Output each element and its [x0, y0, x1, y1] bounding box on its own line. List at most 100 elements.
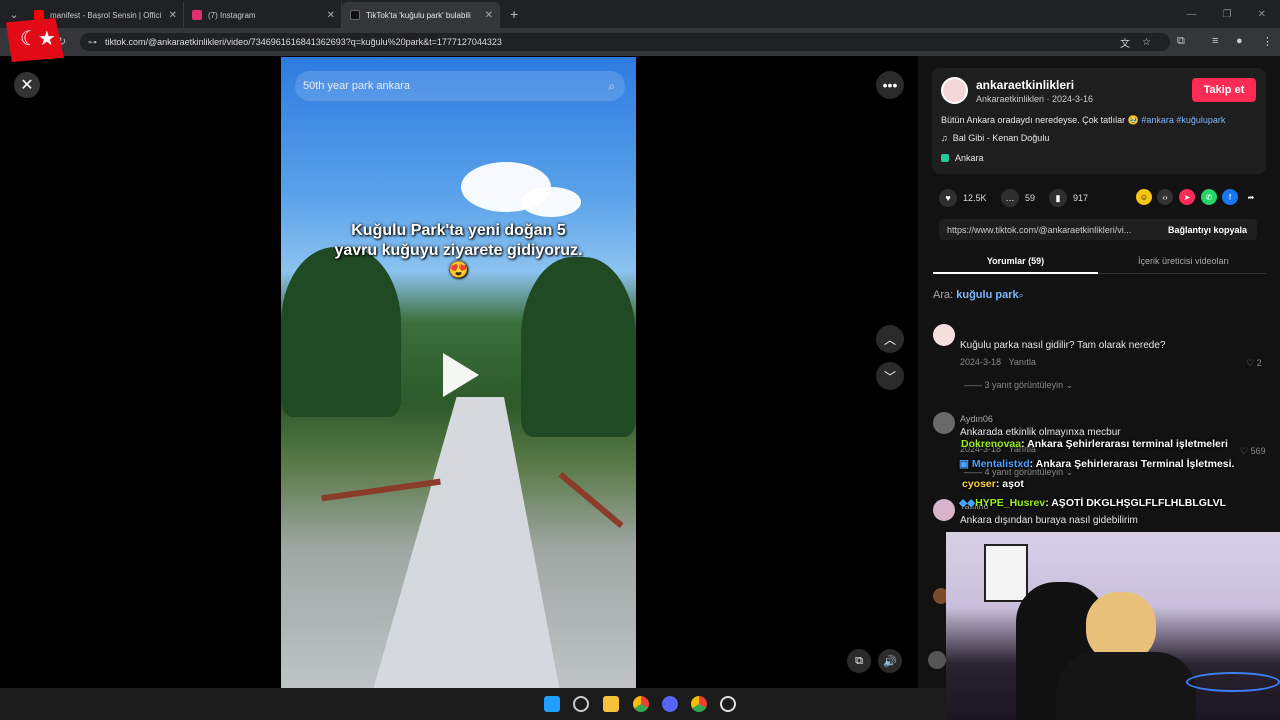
- comment-stat[interactable]: … 59: [1001, 189, 1035, 207]
- address-bar[interactable]: ⊶ tiktok.com/@ankaraetkinlikleri/video/7…: [80, 33, 1170, 51]
- file-explorer-icon[interactable]: [603, 696, 619, 712]
- chat-message: ◆◆HYPE_Husrev: AŞOTİ DKGLHŞGLFLFLHLBLGLV…: [959, 497, 1226, 509]
- translate-icon[interactable]: 文: [1120, 35, 1130, 50]
- reply-button[interactable]: Yanıtla: [1009, 357, 1036, 367]
- youtube-icon: [34, 10, 44, 20]
- save-count: 917: [1073, 193, 1089, 203]
- chat-text: : aşot: [995, 478, 1024, 490]
- comment-meta: 2024-3-18 Yanıtla: [960, 357, 1036, 367]
- whatsapp-icon[interactable]: ✆: [1201, 189, 1217, 205]
- tab-comments[interactable]: Yorumlar (59): [933, 250, 1098, 274]
- post-link-box: https://www.tiktok.com/@ankaraetkinlikle…: [939, 219, 1257, 240]
- video-cloud: [521, 187, 581, 217]
- webcam-overlay: [946, 532, 1280, 720]
- copy-link-button[interactable]: Bağlantıyı kopyala: [1158, 225, 1257, 235]
- author-avatar[interactable]: [941, 77, 968, 104]
- video-path: [371, 397, 561, 688]
- extensions-icon[interactable]: ⧉: [1177, 35, 1185, 48]
- chat-message: ▣ Mentalistxd: Ankara Şehirlerarası Term…: [959, 458, 1234, 470]
- search-icon[interactable]: [573, 696, 589, 712]
- post-link-text[interactable]: https://www.tiktok.com/@ankaraetkinlikle…: [947, 225, 1131, 235]
- heart-icon[interactable]: ♥: [939, 189, 957, 207]
- like-count: 12.5K: [963, 193, 987, 203]
- comment-count: 59: [1025, 193, 1036, 203]
- commenter-avatar[interactable]: [933, 499, 955, 521]
- comment-tabs: Yorumlar (59) İçerik üreticisi videoları: [933, 250, 1266, 274]
- follow-button[interactable]: Takip et: [1192, 78, 1256, 102]
- close-tab-icon[interactable]: ✕: [327, 10, 335, 21]
- comment-like[interactable]: ♡ 569: [1240, 446, 1266, 457]
- embed-icon[interactable]: ‹›: [1157, 189, 1173, 205]
- video-search-bar[interactable]: 50th year park ankara ⌕: [295, 71, 625, 101]
- comment-text: Kuğulu parka nasıl gidilir? Tam olarak n…: [960, 340, 1166, 351]
- chat-username: HYPE_Husrev: [975, 497, 1046, 509]
- play-icon[interactable]: [443, 353, 479, 397]
- chrome-active-icon[interactable]: [691, 696, 707, 712]
- webcam-led: [1186, 672, 1280, 692]
- tab-creator-videos[interactable]: İçerik üreticisi videoları: [1101, 250, 1266, 274]
- chrome-icon[interactable]: [633, 696, 649, 712]
- comment-text: Ankarada etkinlik olmayınxa mecbur: [960, 427, 1121, 438]
- volume-icon[interactable]: 🔊: [878, 649, 902, 673]
- close-window-icon[interactable]: ✕: [1258, 9, 1266, 20]
- close-tab-icon[interactable]: ✕: [169, 10, 177, 21]
- instagram-icon: [192, 10, 202, 20]
- comment-like-count: 569: [1250, 446, 1266, 456]
- description-text: Bütün Ankara oradaydı neredeyse. Çok tat…: [941, 115, 1139, 125]
- tab-title: (7) Instagram: [208, 10, 256, 20]
- commenter-avatar[interactable]: [933, 412, 955, 434]
- video-player[interactable]: 50th year park ankara ⌕ Kuğulu Park'ta y…: [281, 57, 636, 688]
- previous-video-button[interactable]: ︿: [876, 325, 904, 353]
- comment-username[interactable]: Aydın06: [960, 414, 993, 424]
- obs-icon[interactable]: [720, 696, 736, 712]
- webcam-poster: [984, 544, 1028, 602]
- floating-player-icon[interactable]: ⧉: [847, 649, 871, 673]
- discord-icon[interactable]: [662, 696, 678, 712]
- author-username[interactable]: ankaraetkinlikleri: [976, 78, 1074, 92]
- search-query[interactable]: kuğulu park: [956, 289, 1018, 301]
- chat-badge-icon: ◆◆: [959, 497, 976, 509]
- more-options-button[interactable]: •••: [876, 71, 904, 99]
- location-info[interactable]: Ankara: [941, 153, 984, 163]
- search-prefix: Ara:: [933, 289, 954, 301]
- post-description: Bütün Ankara oradaydı neredeyse. Çok tat…: [941, 115, 1225, 126]
- reading-list-icon[interactable]: ≡: [1212, 35, 1218, 47]
- comment-like-count: 2: [1256, 358, 1262, 368]
- bookmark-icon[interactable]: ▮: [1049, 189, 1067, 207]
- search-icon[interactable]: ⌕: [608, 79, 615, 94]
- next-video-button[interactable]: ﹀: [876, 362, 904, 390]
- chat-message: cyoser: aşot: [962, 478, 1024, 490]
- view-replies-button[interactable]: —— 3 yanıt görüntüleyin ⌄: [964, 380, 1073, 391]
- windows-start-icon[interactable]: [544, 696, 560, 712]
- facebook-icon[interactable]: f: [1222, 189, 1238, 205]
- browser-menu-icon[interactable]: ⋮: [1262, 35, 1273, 48]
- chat-badge-icon: ▣: [959, 458, 972, 470]
- chat-text: : Ankara Şehirlerarası terminal işletmel…: [1021, 438, 1228, 450]
- music-note-icon: ♫: [941, 133, 948, 143]
- save-stat[interactable]: ▮ 917: [1049, 189, 1088, 207]
- send-icon[interactable]: ➤: [1179, 189, 1195, 205]
- share-arrow-icon[interactable]: ➦: [1243, 189, 1259, 205]
- close-video-button[interactable]: ✕: [14, 72, 40, 98]
- close-tab-icon[interactable]: ✕: [485, 10, 493, 21]
- site-info-icon[interactable]: ⊶: [88, 37, 97, 48]
- browser-tab-instagram[interactable]: (7) Instagram ✕: [184, 2, 342, 28]
- browser-tab-tiktok[interactable]: TikTok'ta 'kuğulu park' bulabili ✕: [342, 2, 500, 28]
- url-text: tiktok.com/@ankaraetkinlikleri/video/734…: [105, 37, 502, 47]
- music-info[interactable]: ♫ Bal Gibi - Kenan Doğulu: [941, 133, 1049, 143]
- maximize-icon[interactable]: ❐: [1223, 9, 1232, 20]
- minimize-icon[interactable]: —: [1187, 9, 1197, 20]
- commenter-avatar[interactable]: [933, 324, 955, 346]
- chat-message: Dokrenovaa: Ankara Şehirlerarası termina…: [961, 438, 1228, 450]
- hashtag-links[interactable]: #ankara #kuğulupark: [1141, 115, 1225, 125]
- new-tab-button[interactable]: +: [510, 6, 518, 22]
- profile-avatar-icon[interactable]: ●: [1236, 35, 1243, 47]
- search-suggestion[interactable]: Ara: kuğulu park⌕: [933, 289, 1024, 301]
- comment-icon[interactable]: …: [1001, 189, 1019, 207]
- share-repost-icon[interactable]: ☺: [1136, 189, 1152, 205]
- comment-like[interactable]: ♡ 2: [1246, 358, 1262, 369]
- like-stat[interactable]: ♥ 12.5K: [939, 189, 987, 207]
- chat-username: Mentalistxd: [971, 458, 1030, 470]
- post-date: 2024-3-16: [1052, 94, 1094, 104]
- bookmark-star-icon[interactable]: ☆: [1142, 37, 1151, 48]
